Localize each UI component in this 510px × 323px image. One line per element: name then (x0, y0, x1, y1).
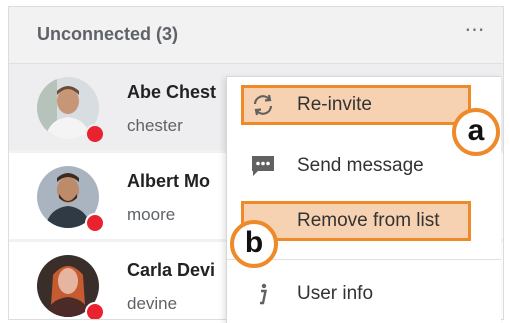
menu-item-label: Remove from list (297, 210, 440, 231)
contact-name: Carla Devi (127, 260, 216, 280)
section-title: Unconnected (3) (37, 24, 179, 44)
contact-username: devine (127, 294, 178, 313)
info-icon (249, 282, 277, 306)
chat-message-icon (249, 154, 277, 178)
refresh-icon (249, 93, 277, 117)
menu-item-label: Send message (297, 155, 424, 176)
callout-b: b (230, 220, 278, 268)
section-header: Unconnected (3) ⋯ (9, 7, 503, 64)
contact-username: chester (127, 116, 183, 135)
contact-name: Abe Chest (127, 82, 217, 102)
menu-item-label: Re-invite (297, 94, 372, 115)
callout-a: a (452, 108, 500, 156)
contact-username: moore (127, 205, 176, 224)
menu-item-label: User info (297, 283, 374, 304)
status-indicator (85, 124, 105, 144)
status-indicator (85, 213, 105, 233)
menu-item-user-info[interactable]: User info (227, 269, 501, 319)
contact-name: Albert Mo (127, 171, 210, 191)
more-horizontal-icon[interactable]: ⋯ (461, 20, 489, 45)
status-indicator (85, 302, 105, 319)
